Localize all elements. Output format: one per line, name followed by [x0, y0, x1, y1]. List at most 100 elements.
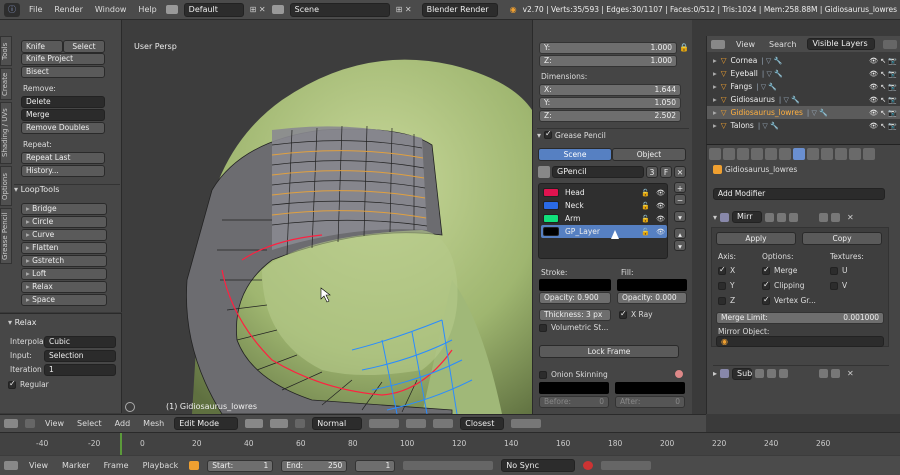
remove-layer-icon[interactable]: −: [674, 194, 686, 205]
dimension-z-field[interactable]: Z: 2.502: [539, 110, 681, 122]
start-frame-field[interactable]: Start: 1: [207, 459, 274, 472]
timeline[interactable]: -40 -20 0 20 40 60 80 100 120 140 160 180 200 220 240 2…: [0, 432, 900, 475]
restrict-toggle-icons[interactable]: 👁 ↖ 📷: [869, 83, 897, 91]
stroke-color-swatch[interactable]: [539, 279, 611, 291]
knife-button[interactable]: Knife: [21, 40, 63, 53]
material-tab-icon[interactable]: [821, 148, 833, 160]
dimension-x-field[interactable]: X: 1.644: [539, 84, 681, 96]
menu-file[interactable]: File: [26, 5, 45, 14]
add-modifier-dropdown[interactable]: Add Modifier: [713, 188, 885, 200]
gp-object-tab[interactable]: Object: [612, 148, 686, 161]
xray-check-icon[interactable]: [619, 309, 627, 319]
tab-shading-uvs[interactable]: Shading / UVs: [0, 102, 12, 164]
editor-type-icon[interactable]: ⓘ: [4, 2, 20, 17]
snap-toggle-icon[interactable]: [433, 419, 454, 428]
object-tab-icon[interactable]: [765, 148, 777, 160]
history-button[interactable]: History...: [21, 165, 105, 177]
subsurf-move-up-icon[interactable]: [819, 369, 829, 378]
gp-name-field[interactable]: GPencil: [552, 166, 644, 178]
looptool-gstretch[interactable]: ▸ Gstretch: [21, 255, 107, 267]
outliner-editor-icon[interactable]: [711, 39, 725, 49]
scale-lock-icons[interactable]: 🔒: [679, 43, 689, 67]
physics-tab-icon[interactable]: [863, 148, 875, 160]
view3d-editor-icon[interactable]: [4, 419, 18, 428]
onion-check-icon[interactable]: [539, 370, 547, 379]
outliner-item[interactable]: ▸ ▽ Talons | ▽ 🔧 👁 ↖ 📷: [707, 119, 900, 132]
interpolation-dropdown[interactable]: Cubic: [44, 336, 116, 348]
view3d-collapse-icon[interactable]: [25, 419, 35, 428]
looptool-loft[interactable]: ▸ Loft: [21, 268, 107, 280]
onion-color-icon[interactable]: [674, 369, 684, 379]
layer-visibility-icon[interactable]: 👁: [656, 202, 665, 210]
tab-grease-pencil[interactable]: Grease Pencil: [0, 208, 12, 264]
outliner-menu-search[interactable]: Search: [766, 40, 799, 49]
gp-users-count[interactable]: 3: [646, 166, 658, 178]
layout-field[interactable]: Default: [183, 2, 244, 17]
timeline-editor-icon[interactable]: [4, 461, 18, 470]
layer-lock-icon[interactable]: 🔓: [641, 189, 650, 197]
timeline-menu-playback[interactable]: Playback: [140, 461, 182, 470]
apply-button[interactable]: Apply: [716, 232, 796, 245]
add-layer-icon[interactable]: +: [674, 182, 686, 193]
layer-visibility-icon[interactable]: 👁: [656, 215, 665, 223]
scene-tab-icon[interactable]: [737, 148, 749, 160]
scale-z-field[interactable]: Z: 1.000: [539, 55, 677, 67]
particles-tab-icon[interactable]: [849, 148, 861, 160]
expand-icon[interactable]: ▸: [713, 69, 717, 78]
view3d-menu-mesh[interactable]: Mesh: [140, 419, 167, 428]
constraints-tab-icon[interactable]: [779, 148, 791, 160]
mirror-editmode-icon[interactable]: [765, 212, 775, 222]
render-tab-icon[interactable]: [709, 148, 721, 160]
regular-checkbox[interactable]: Regular: [8, 379, 49, 389]
expand-icon[interactable]: ▸: [713, 108, 717, 117]
layers-tab-icon[interactable]: [723, 148, 735, 160]
render-engine-dropdown[interactable]: Blender Render: [421, 2, 498, 17]
axis-x-checkbox[interactable]: X: [718, 265, 735, 275]
layer-color-swatch[interactable]: [543, 227, 559, 236]
mirror-move-down-icon[interactable]: [831, 212, 841, 222]
expand-icon[interactable]: ▸: [713, 95, 717, 104]
dimension-y-field[interactable]: Y: 1.050: [539, 97, 681, 109]
pivot-dropdown-icon[interactable]: [270, 419, 289, 428]
looptool-circle[interactable]: ▸ Circle: [21, 216, 107, 228]
layer-move-up-icon[interactable]: ▴: [674, 228, 686, 239]
world-tab-icon[interactable]: [751, 148, 763, 160]
layer-color-swatch[interactable]: [543, 214, 559, 223]
mirror-name-field[interactable]: Mirr: [732, 211, 763, 223]
select-button[interactable]: Select: [63, 40, 105, 53]
subsurf-expand-icon[interactable]: ▸: [713, 369, 717, 378]
looptools-header[interactable]: ▾ LoopTools: [14, 184, 120, 196]
view3d-menu-select[interactable]: Select: [74, 419, 105, 428]
subsurf-viewport-icon[interactable]: [767, 369, 777, 378]
subsurf-remove-icon[interactable]: ✕: [847, 369, 854, 378]
layout-icon[interactable]: [165, 5, 178, 14]
restrict-toggle-icons[interactable]: 👁 ↖ 📷: [869, 57, 897, 65]
grease-pencil-enable-check[interactable]: [544, 129, 553, 139]
onion-after-color[interactable]: [615, 382, 685, 394]
looptool-curve[interactable]: ▸ Curve: [21, 229, 107, 241]
expand-icon[interactable]: ▸: [713, 82, 717, 91]
clipping-checkbox[interactable]: Clipping: [762, 280, 805, 290]
current-frame-field[interactable]: 1: [355, 459, 396, 472]
record-icon[interactable]: [583, 461, 594, 470]
iteration-dropdown[interactable]: 1: [44, 364, 116, 376]
gp-fake-user-button[interactable]: F: [660, 166, 672, 178]
view3d-menu-add[interactable]: Add: [112, 419, 134, 428]
grease-pencil-header[interactable]: ▾ Grease Pencil: [537, 128, 689, 141]
gp-scene-tab[interactable]: Scene: [538, 148, 612, 161]
restrict-toggle-icons[interactable]: 👁 ↖ 📷: [869, 70, 897, 78]
lock-frame-button[interactable]: Lock Frame: [539, 345, 679, 358]
merge-limit-field[interactable]: Merge Limit: 0.001000: [716, 312, 884, 324]
layer-visibility-icon[interactable]: 👁: [656, 189, 665, 197]
tab-tools[interactable]: Tools: [0, 36, 12, 66]
timeline-menu-frame[interactable]: Frame: [101, 461, 132, 470]
sync-dropdown[interactable]: No Sync: [501, 459, 576, 472]
add-layout-icon[interactable]: ⊞ ✕: [250, 5, 266, 14]
scene-field[interactable]: Scene: [289, 2, 390, 17]
snap-target-dropdown[interactable]: Closest: [460, 417, 505, 430]
onion-before-color[interactable]: [539, 382, 609, 394]
timeline-ruler[interactable]: -40 -20 0 20 40 60 80 100 120 140 160 180 200 220 240 2…: [0, 433, 900, 455]
texture-tab-icon[interactable]: [835, 148, 847, 160]
looptool-flatten[interactable]: ▸ Flatten: [21, 242, 107, 254]
layer-color-swatch[interactable]: [543, 201, 559, 210]
